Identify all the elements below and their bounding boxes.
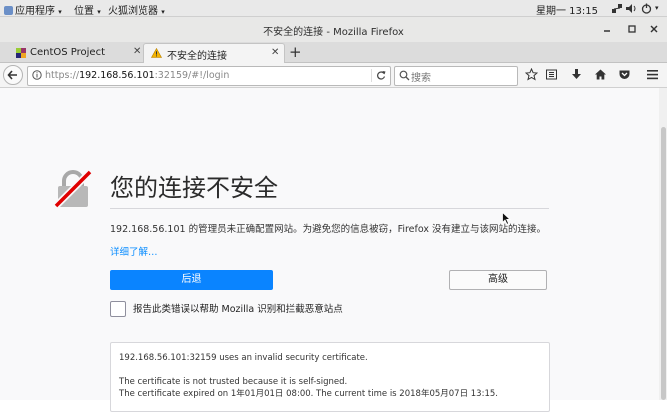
advanced-button[interactable]: 高级 — [449, 270, 547, 290]
back-button[interactable] — [3, 65, 23, 85]
go-back-button[interactable]: 后退 — [110, 270, 273, 290]
applications-label: 应用程序 — [15, 6, 55, 17]
home-button[interactable] — [594, 68, 607, 81]
tab-label: CentOS Project — [30, 47, 106, 58]
places-label: 位置 — [74, 6, 94, 17]
warning-triangle-icon — [151, 48, 162, 58]
new-tab-button[interactable]: + — [289, 43, 302, 61]
mouse-pointer-icon — [502, 212, 511, 225]
app-name-label: 火狐浏览器 — [108, 6, 158, 17]
close-tab-icon[interactable]: ✕ — [271, 47, 279, 58]
applications-menu[interactable]: 应用程序 ▾ — [4, 2, 62, 17]
learn-more-link[interactable]: 详细了解… — [110, 244, 158, 258]
downloads-button[interactable] — [570, 68, 583, 81]
power-icon[interactable] — [641, 3, 652, 14]
pocket-button[interactable] — [618, 68, 631, 81]
search-bar[interactable]: 搜索 — [394, 66, 518, 86]
chevron-down-icon[interactable]: ▾ — [655, 4, 659, 12]
certificate-details-box: 192.168.56.101:32159 uses an invalid sec… — [110, 342, 550, 412]
url-prefix: https:// — [45, 70, 80, 81]
tab-centos-project[interactable]: CentOS Project ✕ — [2, 43, 143, 63]
places-menu[interactable]: 位置 ▾ — [74, 2, 101, 17]
clock[interactable]: 星期一 13:15 — [536, 2, 598, 17]
applications-icon — [4, 6, 13, 15]
close-tab-icon[interactable]: ✕ — [133, 46, 141, 57]
tab-strip: CentOS Project ✕ 不安全的连接 ✕ + — [0, 42, 667, 64]
minimize-button[interactable] — [601, 23, 613, 35]
report-errors-checkbox[interactable] — [110, 301, 126, 317]
site-info-icon[interactable] — [32, 70, 42, 80]
error-heading: 您的连接不安全 — [110, 174, 278, 202]
close-icon — [650, 25, 658, 33]
network-icon[interactable] — [612, 3, 623, 14]
library-icon — [546, 69, 557, 80]
broken-lock-warning-icon — [53, 169, 93, 209]
tab-label: 不安全的连接 — [167, 51, 227, 62]
library-button[interactable] — [545, 68, 558, 81]
cert-detail-line: The certificate expired on 1年01月01日 08:0… — [119, 389, 498, 399]
report-checkbox-label[interactable]: 报告此类错误以帮助 Mozilla 识别和拦截恶意站点 — [133, 301, 343, 315]
search-icon — [399, 70, 410, 81]
tab-insecure-connection[interactable]: 不安全的连接 ✕ — [143, 43, 285, 64]
error-description: 192.168.56.101 的管理员未正确配置网站。为避免您的信息被窃，Fir… — [110, 224, 547, 235]
cert-detail-line: The certificate is not trusted because i… — [119, 377, 348, 387]
menu-button[interactable] — [646, 68, 659, 81]
chevron-down-icon: ▾ — [58, 8, 62, 16]
search-placeholder: 搜索 — [411, 73, 431, 84]
hamburger-menu-icon — [647, 70, 658, 80]
url-path: :32159/#!/login — [154, 70, 230, 81]
window-title: 不安全的连接 - Mozilla Firefox — [263, 27, 404, 38]
centos-favicon-icon — [16, 48, 26, 58]
home-icon — [595, 69, 606, 80]
system-top-bar: 应用程序 ▾ 位置 ▾ 火狐浏览器 ▾ 星期一 13:15 ▾ — [0, 0, 667, 17]
chevron-down-icon: ▾ — [161, 8, 165, 16]
cert-detail-line — [119, 364, 549, 376]
close-window-button[interactable] — [648, 23, 660, 35]
reload-button[interactable] — [371, 69, 386, 82]
chevron-down-icon: ▾ — [97, 8, 101, 16]
back-arrow-icon — [7, 70, 17, 80]
minimize-icon — [604, 30, 610, 32]
maximize-icon — [628, 25, 636, 33]
volume-icon[interactable] — [626, 3, 637, 14]
maximize-button[interactable] — [626, 23, 638, 35]
heading-divider — [110, 208, 549, 209]
window-title-bar[interactable]: 不安全的连接 - Mozilla Firefox — [0, 17, 667, 42]
download-arrow-icon — [572, 69, 581, 79]
reload-icon — [377, 71, 386, 80]
url-host: 192.168.56.101 — [79, 70, 155, 81]
url-text: https://192.168.56.101:32159/#!/login — [45, 70, 229, 81]
error-page: 您的连接不安全 192.168.56.101 的管理员未正确配置网站。为避免您的… — [0, 88, 667, 412]
pocket-icon — [619, 70, 630, 79]
navigation-bar: https://192.168.56.101:32159/#!/login 搜索 — [0, 63, 667, 88]
app-menu[interactable]: 火狐浏览器 ▾ — [108, 2, 165, 17]
cert-detail-line: 192.168.56.101:32159 uses an invalid sec… — [119, 353, 368, 363]
bookmark-star-button[interactable] — [525, 68, 538, 81]
scrollbar-thumb[interactable] — [661, 127, 666, 400]
url-bar[interactable]: https://192.168.56.101:32159/#!/login — [27, 66, 391, 86]
star-icon — [525, 68, 538, 81]
